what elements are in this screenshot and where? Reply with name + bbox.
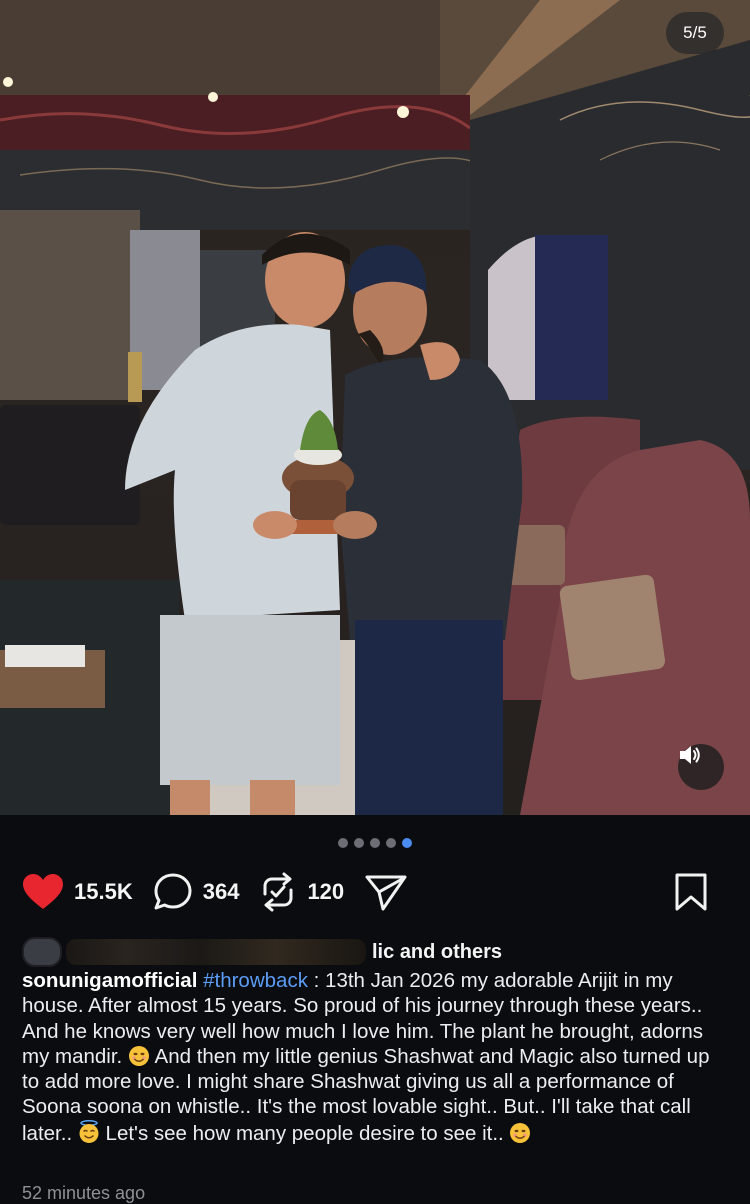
- share-button[interactable]: [364, 872, 408, 912]
- caption-text: Let's see how many people desire to see …: [99, 1121, 510, 1145]
- liked-by[interactable]: lic and others: [22, 937, 728, 967]
- comment-icon: [153, 872, 193, 912]
- send-icon: [364, 872, 408, 912]
- liker-avatars: [22, 937, 62, 967]
- carousel-dot: [386, 838, 396, 848]
- halo-face-emoji: [78, 1119, 100, 1143]
- liker-name-fragment: lic: [372, 940, 395, 963]
- like-count: 15.5K: [74, 879, 133, 904]
- action-bar: 15.5K 364 120: [22, 870, 728, 914]
- like-button[interactable]: 15.5K: [22, 873, 133, 911]
- post-photo[interactable]: 5/5: [0, 0, 750, 815]
- page-counter: 5/5: [666, 12, 724, 54]
- smiling-face-emoji: [509, 1122, 531, 1144]
- carousel-dot: [370, 838, 380, 848]
- carousel-indicator: [0, 838, 750, 848]
- post-timestamp: 52 minutes ago: [22, 1183, 146, 1203]
- save-button[interactable]: [674, 872, 708, 912]
- smiling-face-emoji: [128, 1045, 150, 1067]
- comment-count: 364: [202, 879, 240, 904]
- caption-hashtag[interactable]: #throwback: [203, 969, 308, 992]
- repost-count: 120: [307, 879, 345, 904]
- carousel-dot: [338, 838, 348, 848]
- photo-illustration: [0, 0, 750, 815]
- bookmark-icon: [674, 872, 708, 912]
- liked-by-text: lic and others: [372, 941, 502, 964]
- repost-button[interactable]: 120: [259, 872, 344, 912]
- heart-icon: [22, 873, 64, 911]
- comment-button[interactable]: 364: [153, 872, 240, 912]
- mute-button[interactable]: [678, 744, 724, 790]
- redacted-usernames: [66, 939, 366, 965]
- carousel-dot-active: [402, 838, 412, 848]
- repost-icon: [259, 872, 297, 912]
- liked-by-others: and others: [399, 940, 503, 963]
- post-caption: sonunigamofficial #throwback : 13th Jan …: [22, 968, 726, 1146]
- caption-username[interactable]: sonunigamofficial: [22, 969, 197, 992]
- carousel-dot: [354, 838, 364, 848]
